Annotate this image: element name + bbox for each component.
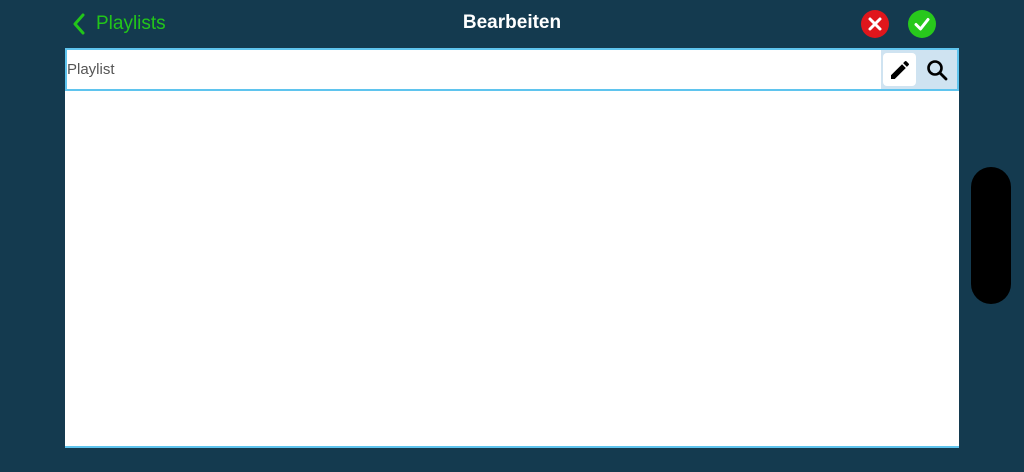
search-bar — [65, 48, 959, 91]
checkmark-icon — [914, 18, 930, 31]
scroll-handle[interactable] — [971, 167, 1011, 304]
edit-panel — [65, 48, 959, 448]
close-icon — [868, 17, 882, 31]
navigation-bar: Playlists Bearbeiten — [0, 0, 1024, 48]
search-button[interactable] — [920, 53, 953, 86]
edit-mode-button[interactable] — [883, 53, 916, 86]
search-icon — [926, 59, 947, 80]
pencil-icon — [890, 60, 909, 79]
playlist-search-input[interactable] — [67, 50, 879, 89]
search-tool-group — [881, 50, 957, 89]
playlist-list — [65, 91, 959, 446]
confirm-button[interactable] — [908, 10, 936, 38]
cancel-button[interactable] — [861, 10, 889, 38]
